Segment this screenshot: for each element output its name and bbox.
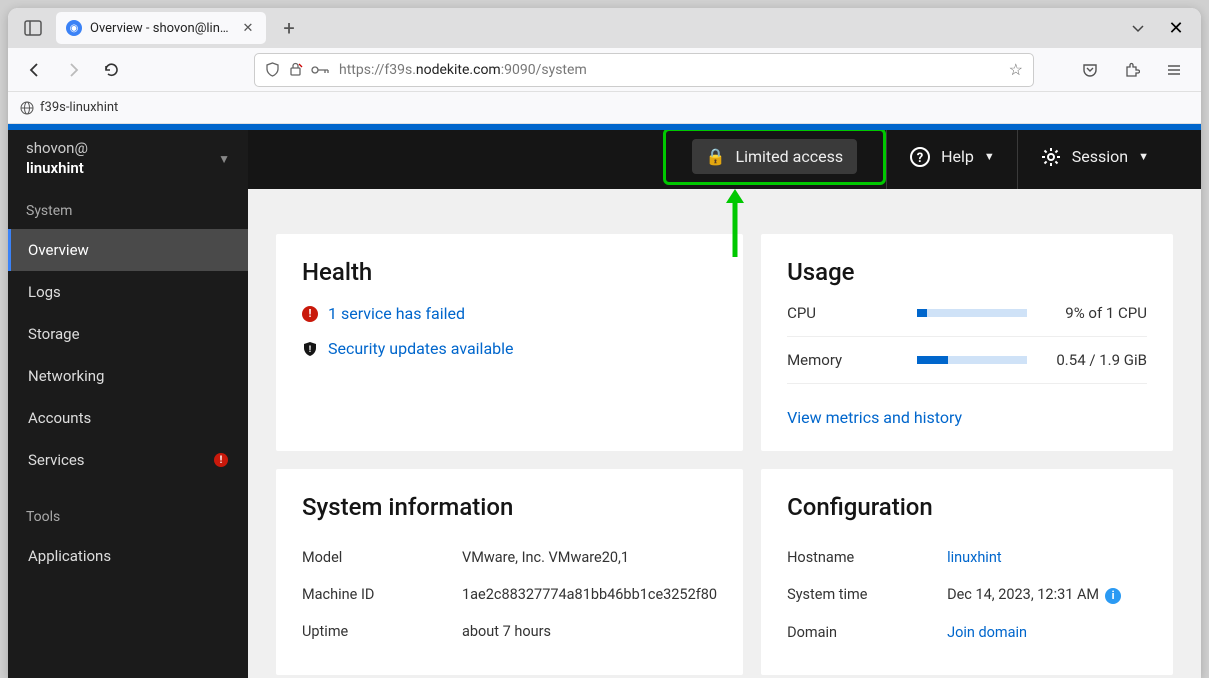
cpu-label: CPU bbox=[787, 304, 897, 322]
chevron-down-icon: ▼ bbox=[984, 150, 995, 163]
info-icon: i bbox=[1105, 588, 1121, 604]
tab-title: Overview - shovon@linux bbox=[90, 21, 232, 36]
forward-button bbox=[58, 55, 88, 85]
gear-icon bbox=[1040, 146, 1062, 168]
sysinfo-card: System information ModelVMware, Inc. VMw… bbox=[276, 469, 743, 675]
extensions-icon[interactable] bbox=[1117, 55, 1147, 85]
info-label: Model bbox=[302, 549, 462, 566]
failed-service-link[interactable]: 1 service has failed bbox=[328, 304, 465, 323]
help-menu[interactable]: ? Help ▼ bbox=[887, 146, 1017, 168]
info-label: System time bbox=[787, 586, 947, 604]
top-bar: 🔒 Limited access ? Help ▼ Session ▼ bbox=[248, 124, 1201, 189]
sidebar: shovon@ linuxhint ▼ System Overview Logs… bbox=[8, 124, 248, 678]
shield-icon[interactable] bbox=[265, 62, 280, 77]
systime-value[interactable]: Dec 14, 2023, 12:31 AMi bbox=[947, 586, 1121, 604]
sidebar-item-logs[interactable]: Logs bbox=[8, 271, 248, 313]
health-title: Health bbox=[302, 258, 717, 286]
lock-icon: 🔒 bbox=[706, 147, 726, 166]
url-bar[interactable]: https://f39s.nodekite.com:9090/system ☆ bbox=[254, 53, 1034, 87]
chevron-down-icon: ▼ bbox=[1138, 150, 1149, 163]
help-label: Help bbox=[941, 147, 974, 166]
key-icon[interactable] bbox=[311, 64, 329, 76]
annotation-highlight: 🔒 Limited access bbox=[663, 128, 887, 185]
info-label: Hostname bbox=[787, 549, 947, 566]
info-value: about 7 hours bbox=[462, 623, 551, 640]
memory-bar bbox=[917, 356, 1027, 364]
browser-tab[interactable]: ◉ Overview - shovon@linux ✕ bbox=[56, 12, 266, 44]
bookmark-bar: f39s-linuxhint bbox=[8, 92, 1201, 124]
info-label: Machine ID bbox=[302, 586, 462, 603]
sidebar-item-services[interactable]: Services ! bbox=[8, 439, 248, 481]
usage-title: Usage bbox=[787, 258, 1147, 286]
host-selector[interactable]: shovon@ linuxhint ▼ bbox=[8, 124, 248, 193]
metrics-link[interactable]: View metrics and history bbox=[787, 408, 962, 427]
svg-text:?: ? bbox=[917, 151, 923, 166]
bookmark-item[interactable]: f39s-linuxhint bbox=[40, 100, 118, 115]
new-tab-button[interactable]: + bbox=[274, 13, 304, 43]
limited-access-button[interactable]: 🔒 Limited access bbox=[692, 139, 858, 174]
cockpit-favicon-icon: ◉ bbox=[66, 20, 82, 36]
tab-strip: ◉ Overview - shovon@linux ✕ + ✕ bbox=[8, 8, 1201, 48]
info-label: Uptime bbox=[302, 623, 462, 640]
domain-value[interactable]: Join domain bbox=[947, 624, 1027, 641]
sidebar-item-overview[interactable]: Overview bbox=[8, 229, 248, 271]
url-text: https://f39s.nodekite.com:9090/system bbox=[339, 62, 999, 78]
session-label: Session bbox=[1072, 147, 1128, 166]
session-menu[interactable]: Session ▼ bbox=[1018, 146, 1171, 168]
sidebar-item-accounts[interactable]: Accounts bbox=[8, 397, 248, 439]
sidebar-item-storage[interactable]: Storage bbox=[8, 313, 248, 355]
tabs-dropdown-button[interactable] bbox=[1123, 13, 1153, 43]
pocket-icon[interactable] bbox=[1075, 55, 1105, 85]
info-label: Domain bbox=[787, 624, 947, 641]
alert-badge: ! bbox=[214, 453, 228, 467]
sidebar-toggle-icon[interactable] bbox=[18, 13, 48, 43]
cpu-value: 9% of 1 CPU bbox=[1047, 304, 1147, 322]
security-shield-icon: ! bbox=[302, 341, 318, 357]
loading-bar bbox=[8, 124, 1201, 130]
lock-warning-icon[interactable] bbox=[288, 62, 303, 77]
user-host-label: shovon@ linuxhint bbox=[26, 139, 88, 178]
annotation-arrow bbox=[720, 189, 750, 259]
reload-button[interactable] bbox=[96, 55, 126, 85]
info-value: VMware, Inc. VMware20,1 bbox=[462, 549, 629, 566]
hostname-value[interactable]: linuxhint bbox=[947, 549, 1002, 566]
help-icon: ? bbox=[909, 146, 931, 168]
usage-card: Usage CPU 9% of 1 CPU Memory 0.54 / 1.9 … bbox=[761, 234, 1173, 451]
health-card: Health ! 1 service has failed ! Security… bbox=[276, 234, 743, 451]
menu-button[interactable] bbox=[1159, 55, 1189, 85]
bookmark-star-button[interactable]: ☆ bbox=[1009, 60, 1023, 79]
memory-label: Memory bbox=[787, 351, 897, 369]
sidebar-group-tools: Tools bbox=[8, 499, 248, 535]
config-title: Configuration bbox=[787, 493, 1147, 521]
nav-bar: https://f39s.nodekite.com:9090/system ☆ bbox=[8, 48, 1201, 92]
sidebar-group-system: System bbox=[8, 193, 248, 229]
security-updates-link[interactable]: Security updates available bbox=[328, 339, 514, 358]
main-content: 🔒 Limited access ? Help ▼ Session ▼ bbox=[248, 124, 1201, 678]
error-icon: ! bbox=[302, 306, 318, 322]
svg-text:!: ! bbox=[309, 345, 311, 355]
memory-value: 0.54 / 1.9 GiB bbox=[1047, 351, 1147, 369]
info-value: 1ae2c88327774a81bb46bb1ce3252f80 bbox=[462, 586, 717, 603]
chevron-down-icon: ▼ bbox=[218, 152, 230, 166]
cpu-bar bbox=[917, 309, 1027, 317]
sidebar-item-networking[interactable]: Networking bbox=[8, 355, 248, 397]
window-close-button[interactable]: ✕ bbox=[1161, 13, 1191, 43]
sysinfo-title: System information bbox=[302, 493, 717, 521]
sidebar-item-applications[interactable]: Applications bbox=[8, 535, 248, 577]
config-card: Configuration Hostnamelinuxhint System t… bbox=[761, 469, 1173, 675]
tab-close-button[interactable]: ✕ bbox=[240, 20, 256, 36]
limited-access-label: Limited access bbox=[735, 147, 843, 166]
back-button[interactable] bbox=[20, 55, 50, 85]
globe-icon bbox=[20, 101, 34, 115]
